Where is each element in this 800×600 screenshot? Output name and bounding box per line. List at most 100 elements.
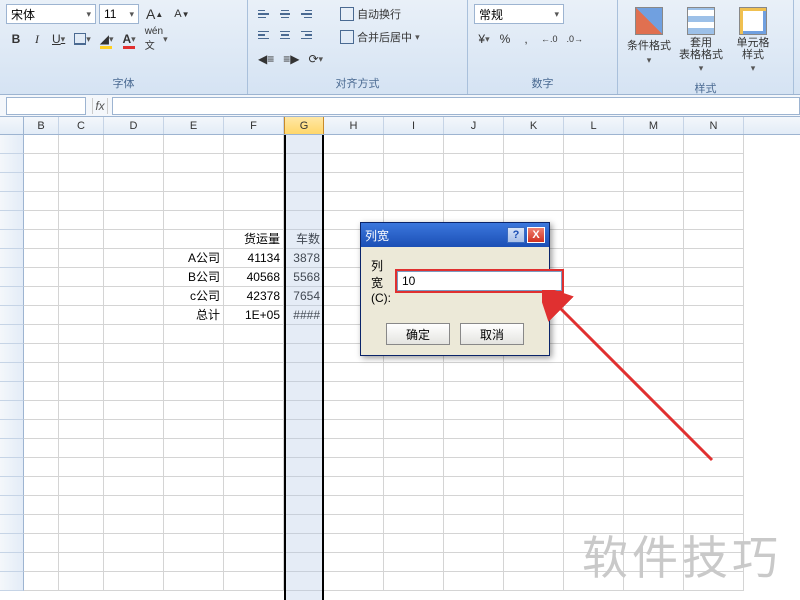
cell[interactable] xyxy=(444,135,504,154)
font-size-combo[interactable]: 11▾ xyxy=(99,4,139,24)
row-header[interactable] xyxy=(0,344,24,363)
row-header[interactable] xyxy=(0,287,24,306)
cell[interactable] xyxy=(444,496,504,515)
cell[interactable] xyxy=(59,382,104,401)
cell[interactable] xyxy=(624,477,684,496)
cell[interactable] xyxy=(684,306,744,325)
cell[interactable] xyxy=(104,477,164,496)
column-width-input[interactable] xyxy=(397,271,562,291)
decrease-decimal-button[interactable]: .0→ xyxy=(563,29,588,49)
cell[interactable] xyxy=(564,363,624,382)
cell[interactable] xyxy=(384,135,444,154)
cell[interactable]: c公司 xyxy=(164,287,224,306)
row-header[interactable] xyxy=(0,363,24,382)
cell[interactable] xyxy=(284,363,324,382)
cell[interactable] xyxy=(59,458,104,477)
dialog-help-button[interactable]: ? xyxy=(507,227,525,243)
cell[interactable] xyxy=(504,534,564,553)
row-header[interactable] xyxy=(0,439,24,458)
column-header[interactable]: I xyxy=(384,117,444,134)
cell[interactable] xyxy=(444,439,504,458)
increase-font-button[interactable]: A▲ xyxy=(142,4,167,24)
cell[interactable] xyxy=(624,439,684,458)
cell[interactable] xyxy=(104,382,164,401)
row-header[interactable] xyxy=(0,268,24,287)
cell[interactable]: #### xyxy=(284,306,324,325)
cell[interactable] xyxy=(164,458,224,477)
cell[interactable] xyxy=(104,515,164,534)
cell[interactable] xyxy=(684,192,744,211)
cell[interactable] xyxy=(324,382,384,401)
cell[interactable] xyxy=(444,173,504,192)
row-header[interactable] xyxy=(0,135,24,154)
cell[interactable] xyxy=(224,173,284,192)
cell[interactable] xyxy=(59,287,104,306)
cell[interactable] xyxy=(564,230,624,249)
cell[interactable] xyxy=(24,249,59,268)
cell[interactable] xyxy=(384,420,444,439)
dialog-titlebar[interactable]: 列宽 ? X xyxy=(361,223,549,247)
column-header[interactable]: B xyxy=(24,117,59,134)
cell[interactable] xyxy=(684,230,744,249)
cell[interactable] xyxy=(324,401,384,420)
cell[interactable] xyxy=(624,249,684,268)
cell[interactable] xyxy=(104,173,164,192)
row-header[interactable] xyxy=(0,401,24,420)
cell[interactable] xyxy=(444,192,504,211)
cell[interactable] xyxy=(284,325,324,344)
cell[interactable] xyxy=(564,420,624,439)
cell[interactable] xyxy=(384,553,444,572)
cell[interactable] xyxy=(684,344,744,363)
cell[interactable] xyxy=(504,173,564,192)
cell[interactable] xyxy=(564,211,624,230)
cell[interactable] xyxy=(564,287,624,306)
cell[interactable]: 40568 xyxy=(224,268,284,287)
ok-button[interactable]: 确定 xyxy=(386,323,450,345)
row-header[interactable] xyxy=(0,192,24,211)
cell[interactable] xyxy=(284,439,324,458)
cell[interactable] xyxy=(164,515,224,534)
row-header[interactable] xyxy=(0,382,24,401)
wrap-text-button[interactable]: 自动换行 xyxy=(335,4,425,24)
cell[interactable] xyxy=(164,401,224,420)
cell[interactable] xyxy=(59,173,104,192)
cell[interactable] xyxy=(504,553,564,572)
cell[interactable] xyxy=(284,553,324,572)
percent-button[interactable]: % xyxy=(495,29,515,49)
row-header[interactable] xyxy=(0,496,24,515)
cell[interactable] xyxy=(624,553,684,572)
cell[interactable] xyxy=(624,401,684,420)
cell[interactable] xyxy=(384,496,444,515)
cell[interactable] xyxy=(624,458,684,477)
cell[interactable] xyxy=(104,211,164,230)
cell[interactable] xyxy=(384,154,444,173)
cell[interactable] xyxy=(224,135,284,154)
cell[interactable] xyxy=(284,173,324,192)
cell[interactable] xyxy=(24,211,59,230)
cell[interactable] xyxy=(104,135,164,154)
border-button[interactable]: ▾ xyxy=(70,29,95,49)
cell[interactable] xyxy=(224,420,284,439)
cell[interactable] xyxy=(564,344,624,363)
cell[interactable] xyxy=(564,382,624,401)
cell[interactable] xyxy=(324,458,384,477)
name-box[interactable] xyxy=(6,97,86,115)
row-header[interactable] xyxy=(0,325,24,344)
cell[interactable] xyxy=(24,401,59,420)
cell[interactable] xyxy=(684,401,744,420)
cell[interactable] xyxy=(164,135,224,154)
cell[interactable] xyxy=(24,496,59,515)
cell[interactable] xyxy=(684,439,744,458)
cell[interactable] xyxy=(59,534,104,553)
cell[interactable] xyxy=(59,401,104,420)
cell[interactable] xyxy=(104,363,164,382)
cell[interactable] xyxy=(59,477,104,496)
cell[interactable] xyxy=(684,135,744,154)
cell[interactable] xyxy=(504,192,564,211)
cell[interactable] xyxy=(104,249,164,268)
cell[interactable] xyxy=(104,230,164,249)
cell[interactable] xyxy=(444,477,504,496)
cell[interactable] xyxy=(24,477,59,496)
cell[interactable] xyxy=(164,553,224,572)
cell[interactable] xyxy=(384,173,444,192)
